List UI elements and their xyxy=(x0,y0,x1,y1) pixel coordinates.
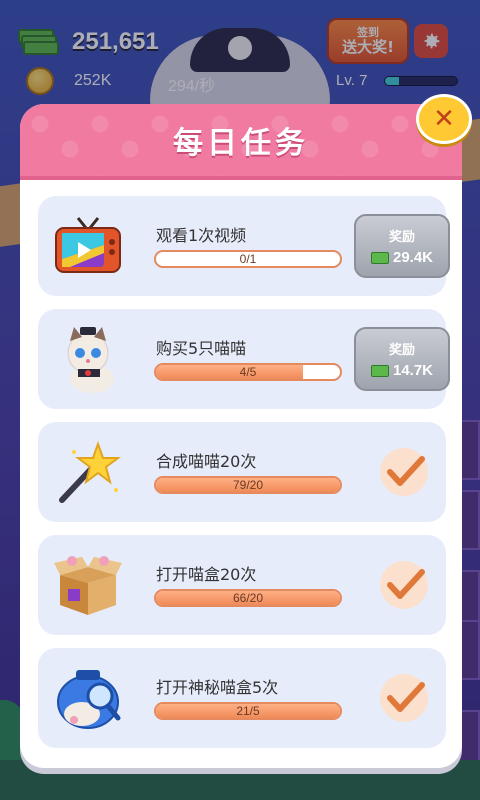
cash-icon xyxy=(370,364,389,377)
daily-tasks-modal: 每日任务 观看1次视频 0/1 奖励 29.4K 购买5只喵喵 4/5 奖励 1… xyxy=(20,104,462,768)
cat-box-icon xyxy=(50,547,126,623)
reward-amount: 14.7K xyxy=(370,362,434,379)
cat-icon xyxy=(50,321,126,397)
task-progress-text: 21/5 xyxy=(236,704,260,718)
task-progress-bar: 66/20 xyxy=(154,589,342,607)
task-card: 购买5只喵喵 4/5 奖励 14.7K xyxy=(38,309,450,409)
close-icon: ✕ xyxy=(433,104,455,134)
claim-reward-button[interactable]: 奖励 14.7K xyxy=(354,327,450,391)
task-name: 观看1次视频 xyxy=(156,226,247,245)
mystery-cat-box-icon xyxy=(50,660,126,736)
task-card: 观看1次视频 0/1 奖励 29.4K xyxy=(38,196,450,296)
task-list: 观看1次视频 0/1 奖励 29.4K 购买5只喵喵 4/5 奖励 14.7K … xyxy=(38,196,450,761)
task-progress-bar: 79/20 xyxy=(154,476,342,494)
task-progress-text: 66/20 xyxy=(232,591,264,605)
task-progress-bar: 4/5 xyxy=(154,363,342,381)
close-button[interactable]: ✕ xyxy=(416,94,472,144)
reward-label: 奖励 xyxy=(388,230,415,245)
task-name: 购买5只喵喵 xyxy=(156,339,247,358)
task-name: 合成喵喵20次 xyxy=(156,452,257,471)
task-name: 打开喵盒20次 xyxy=(156,565,257,584)
reward-amount-value: 14.7K xyxy=(392,362,434,379)
claim-reward-button[interactable]: 奖励 29.4K xyxy=(354,214,450,278)
completed-check-icon xyxy=(376,670,432,726)
reward-amount-value: 29.4K xyxy=(392,249,434,266)
task-progress-bar: 0/1 xyxy=(154,250,342,268)
tv-icon xyxy=(50,208,126,284)
task-card: 打开喵盒20次 66/20 xyxy=(38,535,446,635)
cash-icon xyxy=(370,251,389,264)
modal-title: 每日任务 xyxy=(173,126,309,161)
task-card: 打开神秘喵盒5次 21/5 xyxy=(38,648,446,748)
completed-check-icon xyxy=(376,557,432,613)
modal-header: 每日任务 xyxy=(20,104,462,180)
task-progress-text: 0/1 xyxy=(239,252,257,266)
task-progress-text: 79/20 xyxy=(232,478,264,492)
task-card: 合成喵喵20次 79/20 xyxy=(38,422,446,522)
task-progress-bar: 21/5 xyxy=(154,702,342,720)
task-name: 打开神秘喵盒5次 xyxy=(156,678,279,697)
reward-amount: 29.4K xyxy=(370,249,434,266)
magic-wand-icon xyxy=(50,434,126,510)
task-progress-text: 4/5 xyxy=(239,365,257,379)
reward-label: 奖励 xyxy=(388,343,415,358)
completed-check-icon xyxy=(376,444,432,500)
